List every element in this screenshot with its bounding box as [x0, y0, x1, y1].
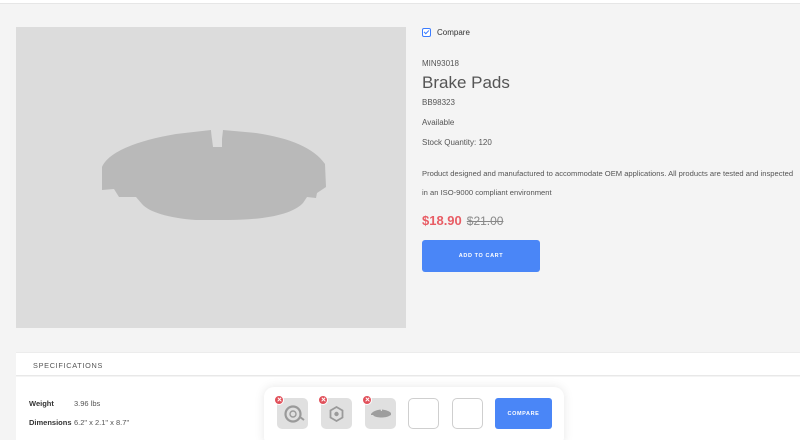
compare-item[interactable]	[318, 395, 352, 429]
product-panel: Compare MIN93018 Brake Pads BB98323 Avai…	[0, 4, 800, 342]
compare-button[interactable]: COMPARE	[495, 398, 552, 429]
availability-status: Available	[422, 118, 455, 127]
product-title: Brake Pads	[422, 73, 510, 92]
spec-row: Weight 3.96 lbs	[29, 399, 100, 408]
brake-pad-image	[102, 130, 326, 220]
product-image	[16, 27, 406, 328]
price-block: $18.90 $21.00	[422, 213, 503, 228]
compare-bar: COMPARE	[264, 387, 564, 440]
product-description: Product designed and manufactured to acc…	[422, 169, 794, 197]
remove-icon[interactable]	[318, 395, 328, 405]
remove-icon[interactable]	[274, 395, 284, 405]
compare-item[interactable]	[274, 395, 308, 429]
empty-compare-slot	[452, 398, 483, 429]
spec-row: Dimensions 6.2" x 2.1" x 8.7"	[29, 418, 129, 427]
sale-price: $18.90	[422, 213, 462, 228]
add-to-cart-button[interactable]: ADD TO CART	[422, 240, 540, 272]
spec-value: 6.2" x 2.1" x 8.7"	[74, 418, 130, 427]
specifications-header[interactable]: SPECIFICATIONS	[16, 352, 800, 376]
compare-checkbox[interactable]: Compare	[422, 28, 470, 37]
stock-quantity: Stock Quantity: 120	[422, 138, 492, 147]
remove-icon[interactable]	[362, 395, 372, 405]
compare-label: Compare	[437, 28, 470, 37]
product-sku: MIN93018	[422, 59, 459, 68]
specifications-title: SPECIFICATIONS	[33, 361, 104, 370]
checkbox-checked-icon[interactable]	[422, 28, 431, 37]
spec-value: 3.96 lbs	[74, 399, 101, 408]
spec-key: Weight	[29, 399, 54, 408]
compare-item[interactable]	[362, 395, 396, 429]
part-number: BB98323	[422, 98, 455, 107]
empty-compare-slot	[408, 398, 439, 429]
spec-key: Dimensions	[29, 418, 72, 427]
original-price: $21.00	[466, 214, 504, 228]
